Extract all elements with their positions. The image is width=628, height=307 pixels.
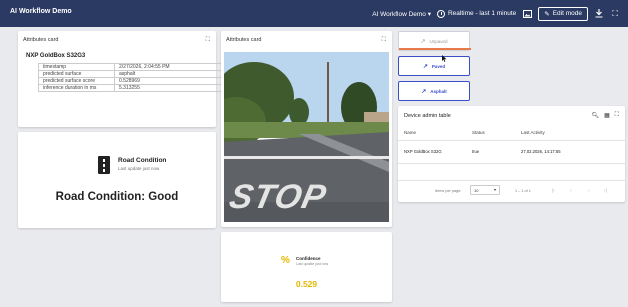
confidence-card: % Confidence Last update just now 0.529 (221, 232, 392, 302)
attributes-table: timestamp 2/27/2026, 2:04:55 PM predicted… (38, 63, 228, 92)
attr-key: predicted surface (38, 70, 115, 78)
top-bar: AI Workflow Demo AI Workflow Demo ▾ Real… (0, 0, 628, 27)
stop-road-marking: STOP (226, 178, 331, 216)
next-page-icon[interactable]: › (588, 188, 590, 194)
chevron-down-icon: ▾ (493, 187, 496, 192)
items-per-page-label: Items per page: (435, 189, 462, 193)
table-row: predicted surface score 0.528969 (38, 77, 228, 85)
workflow-selector[interactable]: AI Workflow Demo ▾ (372, 10, 431, 18)
attr-value: 5.313255 (114, 84, 228, 92)
arrow-up-right-icon: ↗ (420, 38, 426, 45)
search-icon[interactable]: 🔍︎ (592, 112, 600, 119)
card-title: Attributes card (226, 37, 262, 43)
first-page-icon[interactable]: |‹ (552, 188, 555, 194)
attributes-card: Attributes card ⛶ NXP GoldBox S32G3 time… (18, 31, 228, 127)
arrow-up-right-icon: ↗ (422, 63, 428, 70)
divider (398, 180, 625, 181)
unpaved-label: Unpaved (429, 38, 448, 44)
road-photo: STOP (224, 52, 389, 222)
clock-icon (436, 9, 445, 18)
table-row: predicted surface asphalt (38, 70, 228, 78)
fullscreen-icon[interactable]: ⛶ (610, 9, 620, 19)
divider (398, 140, 625, 141)
active-underline (399, 48, 471, 50)
attr-key: predicted surface score (38, 77, 115, 85)
cell-status: true (472, 149, 480, 154)
confidence-label: Confidence (296, 256, 321, 261)
mouse-cursor-icon (442, 55, 447, 62)
table-row: inference duration in ms 5.313255 (38, 84, 228, 92)
admin-table-tools: 🔍︎ ▦ ⛶ (592, 112, 620, 119)
admin-table-title: Device admin table (404, 113, 451, 119)
download-icon[interactable] (594, 9, 604, 19)
items-per-page-select[interactable]: 10 ▾ (470, 185, 500, 195)
previous-page-icon[interactable]: ‹ (570, 188, 572, 194)
percent-icon: % (281, 255, 290, 266)
expand-icon[interactable]: ⛶ (382, 37, 386, 44)
asphalt-button[interactable]: ↗ Asphalt (398, 81, 470, 101)
column-header-status[interactable]: Status (472, 130, 485, 135)
card-title: Attributes card (23, 37, 59, 43)
unpaved-button[interactable]: ↗ Unpaved (398, 31, 471, 51)
edit-mode-button[interactable]: ✎ Edit mode (538, 6, 588, 21)
asphalt-label: Asphalt (430, 88, 447, 94)
time-range-selector[interactable]: Realtime - last 1 minute (436, 9, 517, 18)
cell-name[interactable]: NXP GoldBox S32G (404, 149, 442, 154)
paved-button[interactable]: ↗ Paved (398, 56, 470, 76)
road-condition-card: Road Condition Last update just now Road… (18, 132, 216, 228)
cell-last-activity: 27.02.2026, 14:17:55 (521, 149, 561, 154)
device-name: NXP GoldBox S32G3 (26, 53, 86, 59)
toolbar: AI Workflow Demo ▾ Realtime - last 1 min… (372, 6, 620, 21)
traffic-light-icon (98, 156, 110, 174)
columns-icon[interactable]: ▦ (604, 112, 610, 119)
confidence-subtitle: Last update just now (296, 262, 329, 266)
device-admin-table-card: Device admin table 🔍︎ ▦ ⛶ Name Status La… (398, 106, 625, 202)
column-header-name[interactable]: Name (404, 130, 416, 135)
paved-label: Paved (431, 63, 446, 69)
road-condition-heading: Road Condition (118, 157, 167, 164)
app-title: AI Workflow Demo (10, 8, 72, 15)
table-row: timestamp 2/27/2026, 2:04:55 PM (38, 63, 228, 71)
pencil-icon: ✎ (544, 10, 550, 18)
expand-icon[interactable]: ⛶ (206, 37, 210, 44)
divider (398, 163, 625, 164)
road-condition-value: Road Condition: Good (55, 191, 179, 203)
fullscreen-icon[interactable]: ⛶ (615, 112, 619, 119)
pagination-range: 1 – 1 of 1 (515, 189, 531, 193)
attr-value: 2/27/2026, 2:04:55 PM (114, 63, 228, 71)
edit-mode-label: Edit mode (552, 10, 582, 17)
image-icon[interactable] (522, 9, 532, 19)
last-page-icon[interactable]: ›| (604, 188, 607, 194)
column-header-last-activity[interactable]: Last Activity (521, 130, 545, 135)
time-range-label: Realtime - last 1 minute (447, 10, 517, 17)
attr-value: 0.528969 (114, 77, 228, 85)
attr-value: asphalt (114, 70, 228, 78)
confidence-value: 0.529 (295, 279, 318, 289)
attr-key: inference duration in ms (38, 84, 115, 92)
road-condition-subtitle: Last update just now (118, 166, 160, 171)
items-per-page-value: 10 (474, 188, 479, 193)
image-attributes-card: Attributes card ⛶ STOP (221, 31, 392, 227)
attr-key: timestamp (38, 63, 115, 71)
arrow-up-right-icon: ↗ (421, 88, 427, 95)
